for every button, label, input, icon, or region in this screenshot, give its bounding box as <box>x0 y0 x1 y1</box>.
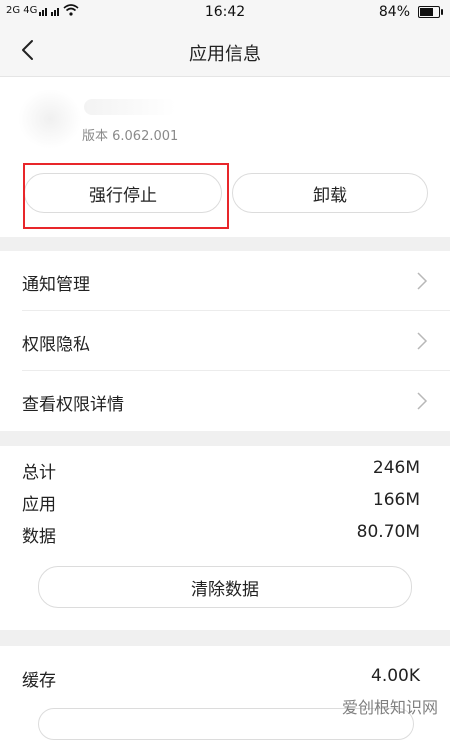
chevron-right-icon <box>417 272 428 290</box>
cache-value: 4.00K <box>371 666 420 686</box>
menu-item-label: 查看权限详情 <box>22 395 124 415</box>
menu-item-label: 权限隐私 <box>22 335 90 355</box>
storage-app-label: 应用 <box>22 495 56 515</box>
section-separator <box>0 630 450 646</box>
battery-status: 84% <box>378 4 443 20</box>
battery-percent: 84% <box>378 4 410 20</box>
storage-section: 总计 246M 应用 166M 数据 80.70M 清除数据 <box>0 446 450 630</box>
uninstall-button[interactable]: 卸载 <box>232 173 428 213</box>
menu-item-permissions-privacy[interactable]: 权限隐私 <box>0 311 450 371</box>
storage-data-row: 数据 80.70M <box>0 522 450 547</box>
app-info-section: 版本 6.062.001 强行停止 卸载 <box>0 77 450 237</box>
storage-app-row: 应用 166M <box>0 490 450 515</box>
cache-row: 缓存 4.00K <box>0 666 450 691</box>
storage-app-value: 166M <box>372 490 420 510</box>
chevron-right-icon <box>417 332 428 350</box>
storage-total-label: 总计 <box>22 463 56 483</box>
cache-label: 缓存 <box>22 671 56 691</box>
menu-item-permission-details[interactable]: 查看权限详情 <box>0 371 450 431</box>
chevron-right-icon <box>417 392 428 410</box>
force-stop-button[interactable]: 强行停止 <box>24 173 222 213</box>
storage-data-label: 数据 <box>22 527 56 547</box>
section-separator <box>0 431 450 446</box>
section-separator <box>0 237 450 251</box>
storage-total-value: 246M <box>372 458 420 478</box>
menu-item-notification-management[interactable]: 通知管理 <box>0 251 450 311</box>
storage-data-value: 80.70M <box>356 522 420 542</box>
clear-data-button[interactable]: 清除数据 <box>38 566 412 608</box>
app-bar: 应用信息 <box>0 26 450 77</box>
menu-item-label: 通知管理 <box>22 275 90 295</box>
watermark-text: 爱创根知识网 <box>341 698 438 717</box>
app-version: 版本 6.062.001 <box>82 129 179 144</box>
storage-total-row: 总计 246M <box>0 458 450 483</box>
app-name-redacted <box>84 99 176 115</box>
status-bar: 2G 4G 16:42 84% <box>0 0 450 26</box>
battery-icon <box>418 6 443 18</box>
app-icon <box>18 89 82 149</box>
page-title: 应用信息 <box>189 44 261 65</box>
